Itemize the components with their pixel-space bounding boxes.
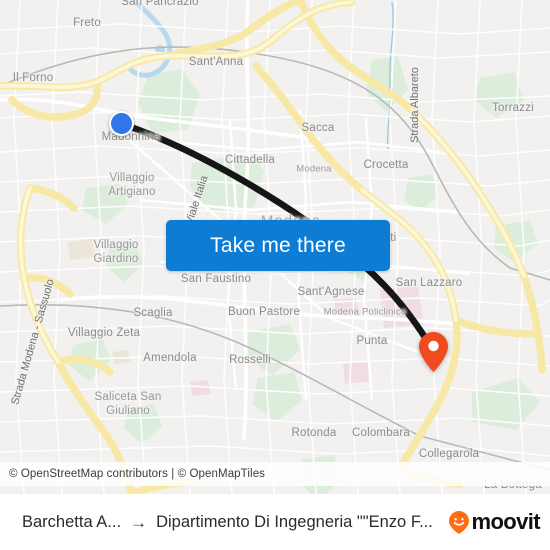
take-me-there-button[interactable]: Take me there bbox=[166, 220, 390, 271]
destination-marker[interactable] bbox=[419, 332, 448, 372]
map-screen: San Pancrazio Freto Sant'Anna Il Forno Torra… bbox=[0, 0, 550, 550]
moovit-pin-icon bbox=[449, 510, 470, 534]
origin-marker[interactable] bbox=[109, 111, 134, 136]
bottom-bar: Barchetta A... → Dipartimento Di Ingegne… bbox=[0, 494, 550, 550]
attribution-text: © OpenStreetMap contributors | © OpenMap… bbox=[9, 468, 266, 480]
map-canvas[interactable]: San Pancrazio Freto Sant'Anna Il Forno Torra… bbox=[0, 0, 550, 494]
origin-label: Barchetta A... bbox=[22, 512, 122, 531]
destination-label: Dipartimento Di Ingegneria ""Enzo F... bbox=[156, 512, 433, 531]
moovit-wordmark: moovit bbox=[471, 509, 540, 534]
trip-summary[interactable]: Barchetta A... → Dipartimento Di Ingegne… bbox=[22, 513, 441, 532]
map-attribution: © OpenStreetMap contributors | © OpenMap… bbox=[0, 462, 550, 486]
arrow-right-icon: → bbox=[130, 512, 148, 532]
moovit-logo[interactable]: moovit bbox=[449, 509, 541, 534]
